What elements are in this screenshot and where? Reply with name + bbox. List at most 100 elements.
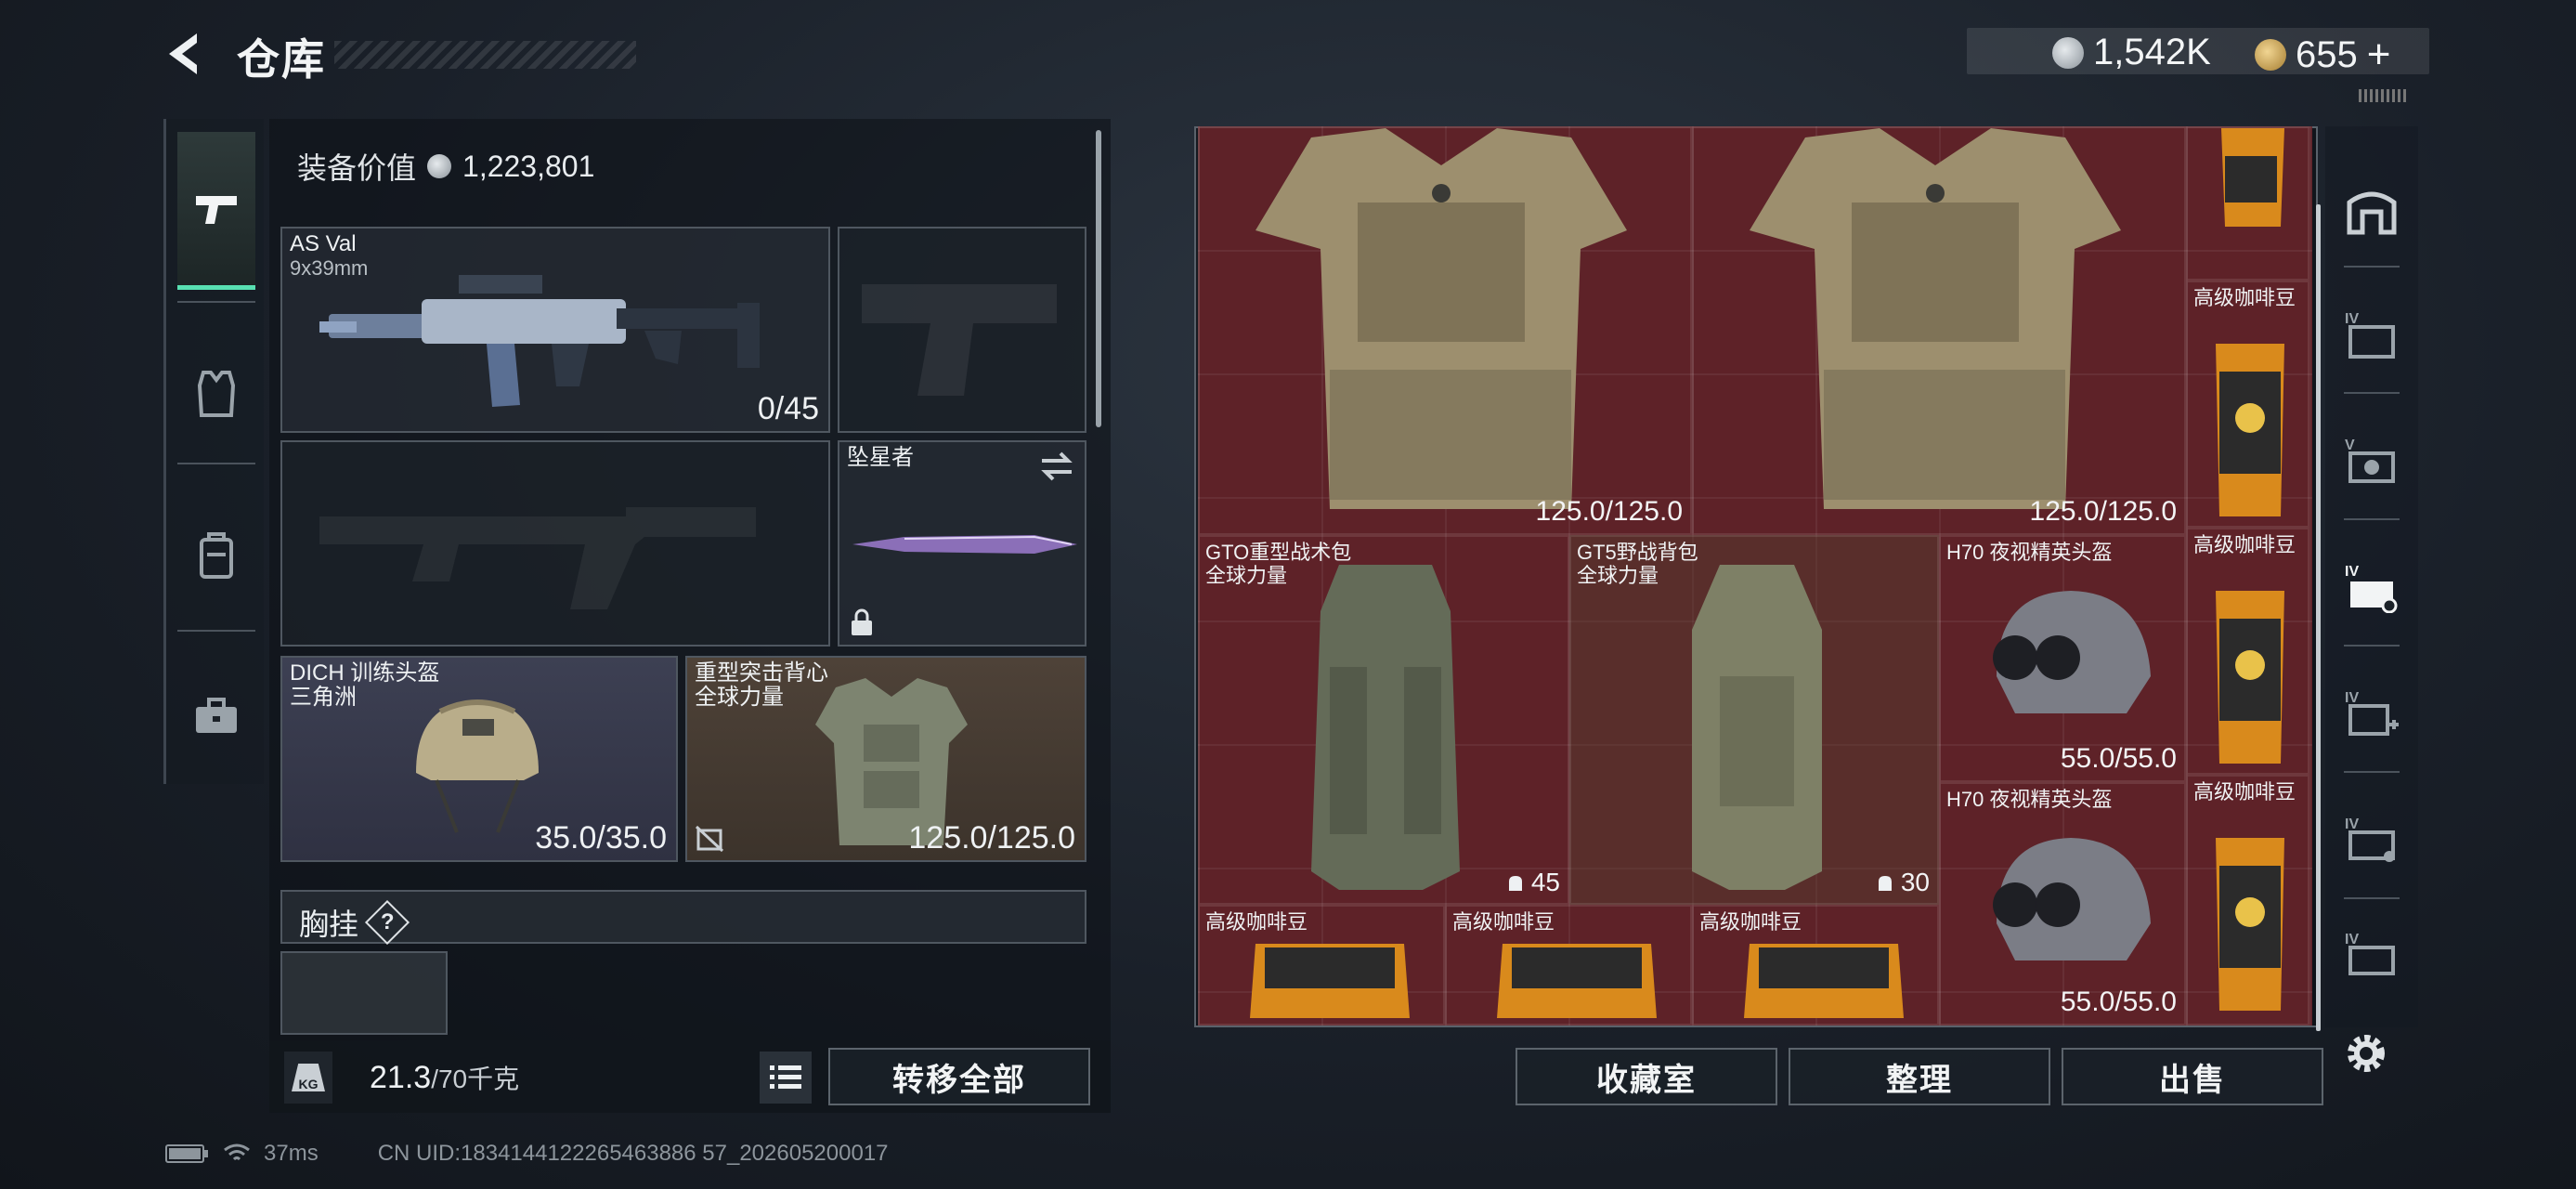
armor-slot[interactable]: 重型突击背心 全球力量 125.0/125.0 bbox=[685, 656, 1086, 862]
help-icon[interactable]: ? bbox=[364, 899, 410, 946]
inventory-item-backpack[interactable]: GTO重型战术包 全球力量 45 bbox=[1198, 535, 1569, 905]
filter-divider bbox=[2344, 266, 2400, 268]
collection-room-button[interactable]: 收藏室 bbox=[1516, 1048, 1777, 1105]
gold-currency[interactable]: 655 + bbox=[2255, 32, 2390, 78]
inventory-item-coffee[interactable]: 高级咖啡豆 bbox=[1198, 905, 1445, 1026]
pistol-icon bbox=[196, 195, 237, 224]
inventory-item-armor[interactable]: 125.0/125.0 bbox=[1198, 126, 1692, 535]
gold-amount: 655 bbox=[2296, 33, 2358, 75]
chest-rig-label: 胸挂 bbox=[299, 908, 359, 941]
weight-kg-label: KG bbox=[292, 1064, 325, 1091]
wifi-icon bbox=[224, 1143, 250, 1161]
tier-iv-case-icon: IV bbox=[2345, 564, 2398, 613]
uid-text: CN UID:1834144122265463886 57_2026052000… bbox=[377, 1141, 889, 1166]
inventory-item-coffee[interactable]: 高级咖啡豆 bbox=[1445, 905, 1692, 1026]
backpack-image bbox=[1311, 565, 1460, 890]
armor-vest-image bbox=[1750, 128, 2121, 509]
no-insurance-icon bbox=[695, 825, 724, 853]
weight-max: /70千克 bbox=[431, 1065, 520, 1093]
inventory-item-coffee[interactable]: 高级咖啡豆 bbox=[2186, 775, 2309, 1026]
inventory-item-coffee[interactable] bbox=[2186, 126, 2309, 281]
helmet-durability: 35.0/35.0 bbox=[535, 820, 667, 856]
filter-tier-crate[interactable]: IV bbox=[2338, 908, 2405, 1001]
svg-text:IV: IV bbox=[2345, 817, 2359, 832]
category-tab-rail bbox=[163, 119, 264, 784]
chest-rig-slot[interactable] bbox=[280, 951, 448, 1035]
helmet-name: H70 夜视精英头盔 bbox=[1946, 541, 2113, 564]
inventory-item-helmet[interactable]: H70 夜视精英头盔 55.0/55.0 bbox=[1939, 535, 2186, 782]
add-gold-button[interactable]: + bbox=[2367, 32, 2391, 78]
filter-tier-case[interactable]: IV bbox=[2338, 531, 2405, 643]
inventory-item-coffee[interactable]: 高级咖啡豆 bbox=[2186, 281, 2309, 528]
helmet-durability: 55.0/55.0 bbox=[2060, 986, 2177, 1017]
svg-text:IV: IV bbox=[2345, 932, 2359, 947]
weight-current: 21.3 bbox=[370, 1060, 432, 1095]
coffee-label: 高级咖啡豆 bbox=[1699, 910, 1802, 934]
filter-tier-medkit[interactable]: IV bbox=[2338, 658, 2405, 769]
night-vision-helmet-image bbox=[1993, 591, 2151, 713]
filter-all[interactable] bbox=[2338, 154, 2405, 266]
helmet-slot[interactable]: DICH 训练头盔 三角洲 35.0/35.0 bbox=[280, 656, 678, 862]
sort-button[interactable]: 整理 bbox=[1789, 1048, 2050, 1105]
svg-text:IV: IV bbox=[2345, 564, 2359, 580]
pistol-slot[interactable] bbox=[838, 227, 1086, 433]
settings-button[interactable] bbox=[2340, 1027, 2392, 1079]
tab-tools[interactable] bbox=[177, 637, 255, 795]
helmet-durability: 55.0/55.0 bbox=[2060, 743, 2177, 774]
tab-weapons[interactable] bbox=[177, 132, 255, 290]
tier-iv-crate-icon: IV bbox=[2345, 932, 2395, 975]
rifle-image bbox=[319, 275, 760, 407]
tab-backpack[interactable] bbox=[177, 476, 255, 634]
inventory-scrollbar[interactable] bbox=[2316, 204, 2321, 1031]
tab-divider bbox=[177, 630, 255, 632]
inventory-item-helmet[interactable]: H70 夜视精英头盔 55.0/55.0 bbox=[1939, 782, 2186, 1026]
pistol-silhouette-icon bbox=[862, 284, 1057, 396]
gear-icon bbox=[2348, 1035, 2385, 1072]
secondary-weapon-slot[interactable] bbox=[280, 440, 830, 647]
backpack-image bbox=[1692, 565, 1822, 890]
inventory-item-coffee[interactable]: 高级咖啡豆 bbox=[1692, 905, 1939, 1026]
sell-button[interactable]: 出售 bbox=[2062, 1048, 2323, 1105]
knife-image bbox=[852, 535, 1077, 554]
back-arrow-icon bbox=[169, 33, 197, 74]
tab-armor[interactable] bbox=[177, 314, 255, 472]
capacity-icon bbox=[1878, 876, 1892, 891]
currency-bar: 1,542K 655 + bbox=[1967, 28, 2429, 77]
weight-value: 21.3/70千克 bbox=[370, 1059, 519, 1096]
inventory-item-backpack[interactable]: GT5野战背包 全球力量 30 bbox=[1569, 535, 1939, 905]
helmet-image bbox=[416, 699, 539, 833]
swap-icon[interactable] bbox=[1038, 450, 1075, 483]
coffee-bag-image bbox=[1497, 944, 1657, 1018]
signal-decoration bbox=[2359, 89, 2409, 102]
melee-slot[interactable]: 坠星者 bbox=[838, 440, 1086, 647]
coffee-label: 高级咖啡豆 bbox=[1205, 910, 1308, 934]
armor-durability: 125.0/125.0 bbox=[908, 820, 1075, 856]
inventory-item-coffee[interactable]: 高级咖啡豆 bbox=[2186, 528, 2309, 775]
lock-icon bbox=[852, 608, 872, 635]
filter-tier-camera[interactable]: V bbox=[2338, 405, 2405, 516]
svg-text:IV: IV bbox=[2345, 311, 2359, 327]
back-button[interactable] bbox=[160, 28, 212, 80]
list-icon bbox=[770, 1065, 801, 1089]
weight-icon: KG bbox=[284, 1052, 332, 1104]
silver-amount: 1,542K bbox=[2093, 32, 2211, 72]
coffee-label: 高级咖啡豆 bbox=[2193, 533, 2296, 556]
equipment-scrollbar[interactable] bbox=[1096, 130, 1101, 427]
filter-tier-ammo[interactable]: IV bbox=[2338, 784, 2405, 895]
rifle-silhouette-icon bbox=[319, 507, 756, 609]
title-decoration bbox=[334, 41, 636, 69]
gold-coin-icon bbox=[2255, 39, 2286, 71]
status-bar: 37ms CN UID:1834144122265463886 57_20260… bbox=[165, 1141, 889, 1167]
list-view-button[interactable] bbox=[760, 1052, 812, 1104]
inventory-item-armor[interactable]: 125.0/125.0 bbox=[1692, 126, 2186, 535]
toolbox-icon bbox=[196, 698, 237, 733]
armor-vest-icon bbox=[197, 371, 236, 417]
capacity-icon bbox=[1508, 876, 1522, 891]
silver-currency[interactable]: 1,542K bbox=[2052, 32, 2211, 73]
transfer-all-button[interactable]: 转移全部 bbox=[828, 1048, 1090, 1105]
tier-iv-medkit-icon: IV bbox=[2345, 690, 2399, 736]
primary-weapon-slot[interactable]: AS Val 9x39mm 0/45 bbox=[280, 227, 830, 433]
armor-vest-image bbox=[1255, 128, 1627, 509]
silver-coin-icon bbox=[427, 154, 452, 178]
filter-tier-storage[interactable]: IV bbox=[2338, 279, 2405, 390]
